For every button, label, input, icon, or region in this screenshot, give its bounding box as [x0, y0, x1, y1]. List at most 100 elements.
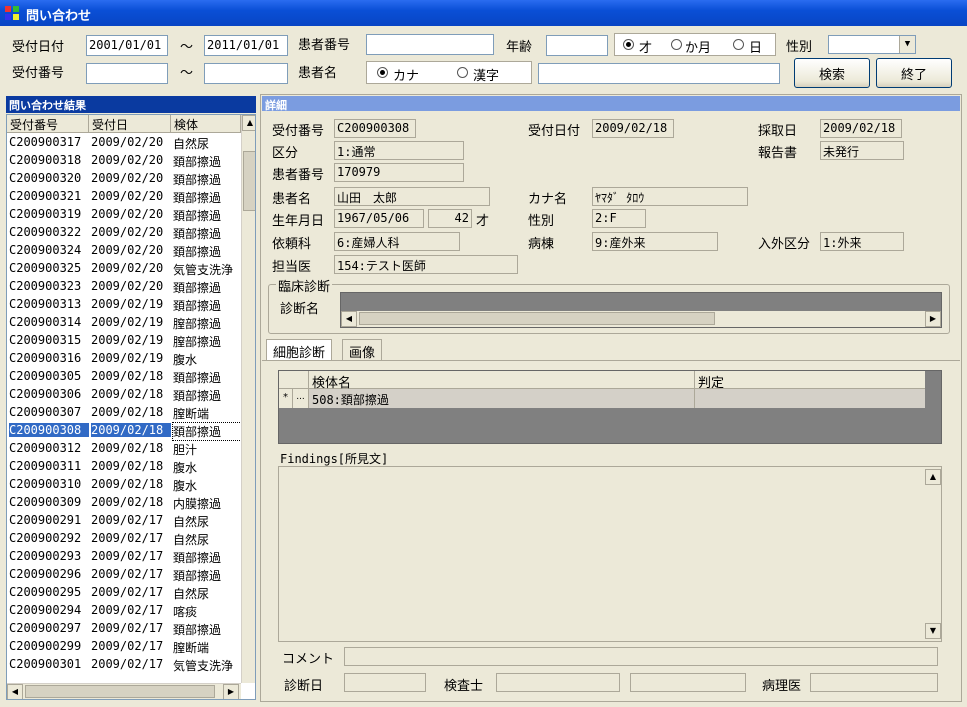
table-row[interactable]: C200900307 2009/02/18 膣断端 [7, 404, 241, 422]
grid-row-ellipsis-button[interactable]: ... [293, 389, 309, 408]
results-horizontal-scrollbar[interactable]: ◀ ▶ [7, 683, 241, 699]
table-row[interactable]: C200900315 2009/02/19 膣部擦過 [7, 332, 241, 350]
chevron-down-icon[interactable]: ▼ [899, 36, 915, 53]
cell-reception-no: C200900311 [9, 459, 82, 473]
diagnosis-date-field[interactable] [344, 673, 426, 692]
detail-reception-date-label: 受付日付 [528, 124, 581, 139]
grid-header-judgement[interactable]: 判定 [695, 371, 925, 391]
sex-select[interactable]: ▼ [828, 35, 916, 54]
table-row[interactable]: C200900311 2009/02/18 腹水 [7, 458, 241, 476]
table-row[interactable]: C200900293 2009/02/17 頚部擦過 [7, 548, 241, 566]
patient-no-input[interactable] [366, 34, 494, 55]
patient-name-input[interactable] [538, 63, 780, 84]
diagnosis-horizontal-scrollbar[interactable]: ◀ ▶ [341, 311, 941, 327]
column-header-specimen[interactable]: 検体 [171, 115, 241, 133]
pathologist-field[interactable] [810, 673, 938, 692]
age-unit-day-radio[interactable] [733, 39, 744, 50]
table-row[interactable]: C200900306 2009/02/18 頚部擦過 [7, 386, 241, 404]
exit-button[interactable]: 終了 [876, 58, 952, 88]
cell-reception-date: 2009/02/19 [91, 333, 164, 347]
scroll-down-icon[interactable]: ▼ [925, 623, 941, 639]
column-header-reception-no[interactable]: 受付番号 [7, 115, 89, 133]
date-from-input[interactable]: 2001/01/01 [86, 35, 168, 56]
age-unit-month-radio[interactable] [671, 39, 682, 50]
table-row[interactable]: C200900291 2009/02/17 自然尿 [7, 512, 241, 530]
name-mode-kana-radio[interactable] [377, 67, 388, 78]
reception-no-from-input[interactable] [86, 63, 168, 84]
findings-label: Findings[所見文] [280, 452, 389, 466]
detail-age: 42 [428, 209, 472, 228]
table-row[interactable]: C200900294 2009/02/17 喀痰 [7, 602, 241, 620]
table-row[interactable]: C200900305 2009/02/18 頚部擦過 [7, 368, 241, 386]
cell-reception-no: C200900312 [9, 441, 82, 455]
table-row[interactable]: C200900310 2009/02/18 腹水 [7, 476, 241, 494]
table-row[interactable]: C200900316 2009/02/19 腹水 [7, 350, 241, 368]
table-row[interactable]: C200900313 2009/02/19 頚部擦過 [7, 296, 241, 314]
grid-cell-specimen-name[interactable]: 508:頚部擦過 [309, 389, 695, 408]
table-row[interactable]: C200900321 2009/02/20 頚部擦過 [7, 188, 241, 206]
date-to-input[interactable]: 2011/01/01 [204, 35, 288, 56]
scroll-right-icon[interactable]: ▶ [925, 311, 941, 327]
comment-field[interactable] [344, 647, 938, 666]
cell-specimen: 自然尿 [173, 515, 210, 529]
detail-patient-no: 170979 [334, 163, 464, 182]
cell-reception-date: 2009/02/17 [91, 657, 164, 671]
table-row[interactable]: C200900295 2009/02/17 自然尿 [7, 584, 241, 602]
cell-reception-date: 2009/02/18 [91, 495, 164, 509]
cell-reception-date: 2009/02/17 [91, 531, 164, 545]
detail-reception-date: 2009/02/18 [592, 119, 674, 138]
findings-textarea[interactable]: ▲ ▼ [278, 466, 942, 642]
reception-no-to-input[interactable] [204, 63, 288, 84]
table-row[interactable]: C200900318 2009/02/20 頚部擦過 [7, 152, 241, 170]
table-row[interactable]: C200900325 2009/02/20 気管支洗浄 [7, 260, 241, 278]
age-input[interactable] [546, 35, 608, 56]
table-row[interactable]: C200900301 2009/02/17 気管支洗浄 [7, 656, 241, 674]
table-row[interactable]: C200900323 2009/02/20 頚部擦過 [7, 278, 241, 296]
scroll-thumb[interactable] [243, 151, 255, 211]
grid-header-specimen-name[interactable]: 検体名 [309, 371, 695, 391]
table-row[interactable]: C200900292 2009/02/17 自然尿 [7, 530, 241, 548]
results-vertical-scrollbar[interactable]: ▲ [241, 115, 255, 683]
cell-reception-no: C200900314 [9, 315, 82, 329]
age-unit-year-radio[interactable] [623, 39, 634, 50]
table-row[interactable]: C200900299 2009/02/17 膣断端 [7, 638, 241, 656]
table-row[interactable]: C200900308 2009/02/18 頚部擦過 [7, 422, 242, 441]
tilde: 〜 [180, 66, 194, 81]
tab-cytology-diagnosis[interactable]: 細胞診断 [266, 339, 333, 361]
table-row[interactable]: C200900317 2009/02/20 自然尿 [7, 134, 241, 152]
results-list[interactable]: 受付番号 受付日 検体 C200900317 2009/02/20 自然尿 C2009… [6, 114, 256, 700]
scroll-up-icon[interactable]: ▲ [242, 115, 255, 131]
diagnosis-grid[interactable]: ◀ ▶ [340, 292, 942, 328]
table-row[interactable]: C200900309 2009/02/18 内膜擦過 [7, 494, 241, 512]
detail-report: 未発行 [820, 141, 904, 160]
table-row[interactable]: C200900320 2009/02/20 頚部擦過 [7, 170, 241, 188]
scroll-thumb-horizontal[interactable] [359, 312, 715, 325]
cell-reception-no: C200900325 [9, 261, 82, 275]
search-button[interactable]: 検索 [794, 58, 870, 88]
scroll-up-icon[interactable]: ▲ [925, 469, 941, 485]
table-row[interactable]: C200900319 2009/02/20 頚部擦過 [7, 206, 241, 224]
cell-specimen: 膣断端 [173, 407, 210, 421]
specimen-grid[interactable]: 検体名 判定 * ... 508:頚部擦過 [278, 370, 942, 444]
name-mode-kanji-radio[interactable] [457, 67, 468, 78]
table-row[interactable]: C200900297 2009/02/17 頚部擦過 [7, 620, 241, 638]
scroll-left-icon[interactable]: ◀ [7, 684, 23, 699]
table-row[interactable]: C200900296 2009/02/17 頚部擦過 [7, 566, 241, 584]
column-header-reception-date[interactable]: 受付日 [89, 115, 171, 133]
tab-images[interactable]: 画像 [342, 339, 383, 361]
cell-reception-date: 2009/02/17 [91, 585, 164, 599]
table-row[interactable]: C200900322 2009/02/20 頚部擦過 [7, 224, 241, 242]
examiner-field[interactable] [496, 673, 620, 692]
scroll-left-icon[interactable]: ◀ [341, 311, 357, 327]
scroll-thumb-horizontal[interactable] [25, 685, 215, 698]
table-row[interactable]: C200900312 2009/02/18 胆汁 [7, 440, 241, 458]
cell-specimen: 頚部擦過 [173, 155, 222, 169]
table-row[interactable]: C200900314 2009/02/19 膣部擦過 [7, 314, 241, 332]
reception-no-label: 受付番号 [12, 66, 65, 81]
name-mode-kana-label: カナ [393, 69, 420, 84]
table-row[interactable]: C200900324 2009/02/20 頚部擦過 [7, 242, 241, 260]
examiner-field-2[interactable] [630, 673, 746, 692]
scroll-right-icon[interactable]: ▶ [223, 684, 239, 699]
grid-cell-judgement[interactable] [695, 389, 925, 408]
cell-reception-no: C200900299 [9, 639, 82, 653]
